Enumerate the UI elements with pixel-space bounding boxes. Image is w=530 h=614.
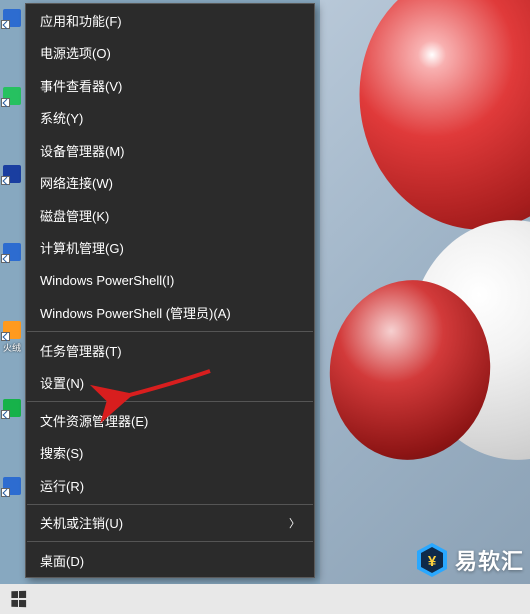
menu-search[interactable]: 搜索(S) [26, 437, 314, 470]
desktop-shortcut-icon[interactable] [3, 165, 21, 183]
menu-shutdown-signout[interactable]: 关机或注销(U)〉 [26, 507, 314, 540]
menu-item-label: 事件查看器(V) [40, 76, 300, 95]
menu-item-label: 磁盘管理(K) [40, 206, 300, 225]
menu-item-label: 电源选项(O) [40, 43, 300, 62]
menu-item-label: 系统(Y) [40, 108, 300, 127]
menu-item-label: Windows PowerShell(I) [40, 273, 300, 288]
desktop-icons-column: 火绒 [3, 3, 25, 584]
menu-powershell[interactable]: Windows PowerShell(I) [26, 264, 314, 297]
menu-separator [27, 504, 313, 505]
menu-task-manager[interactable]: 任务管理器(T) [26, 334, 314, 367]
winx-context-menu[interactable]: 应用和功能(F) 电源选项(O) 事件查看器(V) 系统(Y) 设备管理器(M) 网络连接… [25, 3, 315, 578]
menu-item-label: 设备管理器(M) [40, 141, 300, 160]
shortcut-overlay-icon [1, 410, 10, 419]
taskbar[interactable] [0, 584, 530, 614]
menu-disk-management[interactable]: 磁盘管理(K) [26, 199, 314, 232]
menu-item-label: 设置(N) [40, 373, 300, 392]
desktop-shortcut-icon[interactable]: 火绒 [3, 321, 21, 339]
menu-network-connections[interactable]: 网络连接(W) [26, 167, 314, 200]
menu-item-label: 文件资源管理器(E) [40, 411, 300, 430]
svg-text:¥: ¥ [428, 553, 437, 570]
menu-file-explorer[interactable]: 文件资源管理器(E) [26, 404, 314, 437]
watermark: ¥ 易软汇 [415, 542, 524, 578]
menu-device-manager[interactable]: 设备管理器(M) [26, 134, 314, 167]
menu-apps-features[interactable]: 应用和功能(F) [26, 4, 314, 37]
desktop-shortcut-icon[interactable] [3, 87, 21, 105]
desktop-wallpaper [320, 0, 530, 614]
desktop-shortcut-icon[interactable] [3, 9, 21, 27]
desktop-shortcut-icon[interactable] [3, 243, 21, 261]
start-button[interactable] [2, 586, 36, 612]
menu-item-label: Windows PowerShell (管理员)(A) [40, 303, 300, 322]
desktop-shortcut-icon[interactable] [3, 477, 21, 495]
menu-item-label: 关机或注销(U) [40, 513, 279, 532]
shortcut-overlay-icon [1, 98, 10, 107]
menu-computer-management[interactable]: 计算机管理(G) [26, 232, 314, 265]
menu-powershell-admin[interactable]: Windows PowerShell (管理员)(A) [26, 297, 314, 330]
balloon-red-large [339, 0, 530, 248]
menu-item-label: 网络连接(W) [40, 173, 300, 192]
desktop-shortcut-icon[interactable] [3, 399, 21, 417]
menu-run[interactable]: 运行(R) [26, 469, 314, 502]
watermark-text: 易软汇 [455, 544, 524, 576]
menu-separator [27, 541, 313, 542]
screenshot-canvas: 火绒 应用和功能(F) 电源选项(O) 事件查看器(V) 系统(Y) 设备管理器(M) 网… [0, 0, 530, 614]
windows-logo-icon [11, 591, 27, 608]
shortcut-overlay-icon [1, 20, 10, 29]
menu-separator [27, 401, 313, 402]
shortcut-overlay-icon [1, 488, 10, 497]
desktop-shortcut-label: 火绒 [3, 341, 21, 354]
shortcut-overlay-icon [1, 332, 10, 341]
chevron-right-icon: 〉 [279, 515, 300, 531]
menu-desktop[interactable]: 桌面(D) [26, 544, 314, 577]
menu-event-viewer[interactable]: 事件查看器(V) [26, 69, 314, 102]
menu-power-options[interactable]: 电源选项(O) [26, 37, 314, 70]
menu-item-label: 应用和功能(F) [40, 11, 300, 30]
shortcut-overlay-icon [1, 254, 10, 263]
menu-settings[interactable]: 设置(N) [26, 367, 314, 400]
menu-separator [27, 331, 313, 332]
menu-item-label: 任务管理器(T) [40, 341, 300, 360]
menu-item-label: 运行(R) [40, 476, 300, 495]
menu-item-label: 桌面(D) [40, 551, 300, 570]
menu-system[interactable]: 系统(Y) [26, 102, 314, 135]
shortcut-overlay-icon [1, 176, 10, 185]
menu-item-label: 计算机管理(G) [40, 238, 300, 257]
menu-item-label: 搜索(S) [40, 443, 300, 462]
watermark-badge-icon: ¥ [415, 542, 449, 578]
